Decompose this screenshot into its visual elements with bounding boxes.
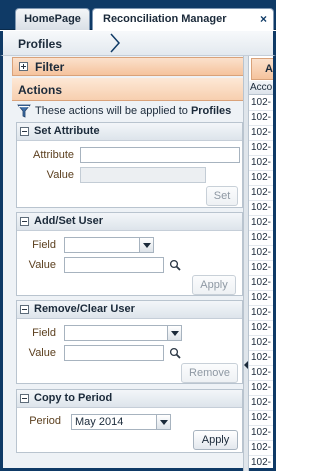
period-select-value: May 2014 — [75, 416, 124, 428]
section-header[interactable]: Add/Set User — [17, 213, 242, 231]
table-row[interactable]: 102- — [249, 96, 273, 111]
section-copy-to-period: Copy to Period Period May 2014 Apply — [16, 389, 243, 453]
user-value-input[interactable] — [64, 345, 164, 361]
section-title: Add/Set User — [34, 215, 104, 227]
tab-label: Reconciliation Manager — [103, 13, 227, 25]
collapse-left-icon[interactable] — [244, 361, 248, 369]
results-tab[interactable]: Ac — [251, 58, 273, 80]
info-text: These actions will be applied to — [35, 105, 191, 117]
table-row[interactable]: 102- — [249, 231, 273, 246]
table-row[interactable]: 102- — [249, 246, 273, 261]
chevron-down-icon[interactable] — [139, 238, 153, 252]
section-remove-clear-user: Remove/Clear User Field Value Remove — [16, 300, 243, 384]
section-header[interactable]: Remove/Clear User — [17, 301, 242, 319]
info-target: Profiles — [190, 105, 232, 117]
table-row[interactable]: 102- — [249, 396, 273, 411]
table-row[interactable]: 102- — [249, 276, 273, 291]
tab-homepage[interactable]: HomePage — [15, 8, 90, 30]
table-row[interactable]: 102- — [249, 441, 273, 456]
table-row[interactable]: 102- — [249, 171, 273, 186]
table-row[interactable]: 102- — [249, 306, 273, 321]
remove-button[interactable]: Remove — [181, 363, 238, 383]
chevron-down-icon[interactable] — [156, 415, 170, 429]
actions-title: Actions — [18, 83, 63, 97]
collapse-icon[interactable] — [20, 394, 29, 403]
table-row[interactable]: 102- — [249, 126, 273, 141]
table-row[interactable]: 102- — [249, 186, 273, 201]
value-label: Value — [46, 169, 74, 181]
section-title: Remove/Clear User — [34, 303, 135, 315]
results-panel: Ac Acco 102-102-102-102-102-102-102-102-… — [249, 56, 276, 471]
filter-label: Filter — [35, 60, 65, 74]
actions-header: Actions — [12, 78, 244, 101]
table-row[interactable]: 102- — [249, 216, 273, 231]
collapse-icon[interactable] — [20, 217, 29, 226]
collapse-icon[interactable] — [20, 305, 29, 314]
tab-reconciliation-manager[interactable]: Reconciliation Manager × — [92, 8, 274, 30]
table-row[interactable]: 102- — [249, 141, 273, 156]
results-rows: 102- 102- 102- 102- 102- 102- 102- 102- 102- 102-… — [249, 96, 273, 468]
table-row[interactable]: 102- — [249, 426, 273, 441]
close-icon[interactable]: × — [260, 9, 267, 30]
breadcrumb-profiles[interactable]: Profiles — [18, 37, 62, 51]
table-row[interactable]: 102- — [249, 411, 273, 426]
section-title: Set Attribute — [34, 125, 100, 137]
breadcrumb: Profiles — [0, 31, 276, 56]
field-select[interactable] — [64, 237, 154, 253]
table-row[interactable]: 102- — [249, 321, 273, 336]
apply-button[interactable]: Apply — [192, 275, 236, 295]
table-row[interactable]: 102- — [249, 291, 273, 306]
chevron-down-icon[interactable] — [167, 326, 181, 340]
field-select[interactable] — [64, 325, 182, 341]
section-header[interactable]: Set Attribute — [17, 123, 242, 141]
field-label: Field — [32, 239, 56, 251]
set-button[interactable]: Set — [206, 186, 238, 206]
attribute-input[interactable] — [80, 147, 240, 163]
attribute-label: Attribute — [33, 149, 74, 161]
expand-icon[interactable] — [19, 62, 28, 71]
actions-panel: Filter Actions These actions will be app… — [0, 56, 244, 471]
column-header-account[interactable]: Acco — [249, 81, 273, 95]
chevron-right-icon — [110, 33, 121, 53]
search-icon[interactable] — [169, 347, 181, 359]
table-row[interactable]: 102- — [249, 366, 273, 381]
actions-info: These actions will be applied to Profile… — [17, 104, 243, 120]
attribute-value-input[interactable] — [80, 167, 206, 183]
period-label: Period — [29, 415, 61, 427]
section-set-attribute: Set Attribute Attribute Value Set — [16, 122, 243, 208]
filter-header[interactable]: Filter — [12, 57, 244, 76]
tab-bar: HomePage Reconciliation Manager × — [0, 0, 276, 30]
table-row[interactable]: 102- — [249, 336, 273, 351]
table-row[interactable]: 102- — [249, 351, 273, 366]
table-row[interactable]: 102- — [249, 201, 273, 216]
user-value-input[interactable] — [64, 257, 164, 273]
table-row[interactable]: 102- — [249, 156, 273, 171]
search-icon[interactable] — [169, 259, 181, 271]
table-row[interactable]: 102- — [249, 111, 273, 126]
value-label: Value — [28, 347, 56, 359]
table-row[interactable]: 102- — [249, 261, 273, 276]
table-row[interactable]: 102- — [249, 381, 273, 396]
value-label: Value — [28, 259, 56, 271]
collapse-icon[interactable] — [20, 127, 29, 136]
section-header[interactable]: Copy to Period — [17, 390, 242, 408]
filter-funnel-icon — [17, 104, 31, 118]
table-row[interactable]: 102- — [249, 456, 273, 468]
field-label: Field — [32, 327, 56, 339]
apply-button[interactable]: Apply — [193, 430, 238, 450]
section-title: Copy to Period — [34, 392, 113, 404]
period-select[interactable]: May 2014 — [71, 414, 171, 430]
section-add-set-user: Add/Set User Field Value Apply — [16, 212, 243, 296]
